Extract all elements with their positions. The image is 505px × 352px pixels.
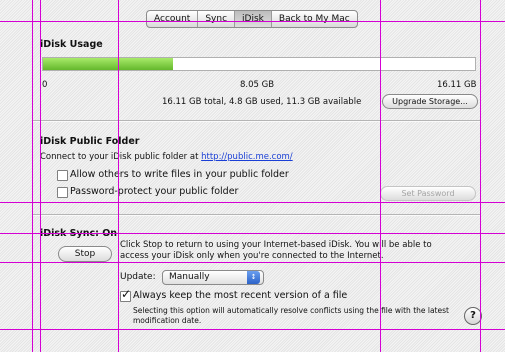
usage-bar — [42, 57, 476, 71]
tab-idisk[interactable]: iDisk — [235, 11, 272, 27]
guide-line-vertical — [380, 0, 381, 352]
update-select[interactable]: Manually ↕ — [162, 270, 264, 285]
guide-line-vertical — [32, 0, 33, 352]
usage-tick-mid: 8.05 GB — [240, 80, 275, 90]
public-folder-title: iDisk Public Folder — [40, 136, 140, 147]
tab-back-to-my-mac[interactable]: Back to My Mac — [272, 11, 357, 27]
guide-line-horizontal — [0, 21, 505, 22]
tab-account[interactable]: Account — [147, 11, 199, 27]
section-divider-2 — [32, 214, 480, 216]
updown-arrows-icon: ↕ — [247, 271, 260, 284]
password-protect-label: Password-protect your public folder — [70, 186, 239, 197]
section-divider-1 — [32, 120, 480, 122]
always-keep-checkbox[interactable]: ✓ — [120, 287, 131, 302]
checkmark-icon: ✓ — [121, 287, 132, 301]
usage-summary: 16.11 GB total, 4.8 GB used, 11.3 GB ava… — [162, 97, 362, 107]
usage-tick-max: 16.11 GB — [437, 80, 477, 90]
guide-line-horizontal — [0, 329, 505, 330]
usage-tick-min: 0 — [42, 80, 48, 90]
public-folder-connect-row: Connect to your iDisk public folder at h… — [40, 152, 293, 162]
stop-button[interactable]: Stop — [58, 246, 112, 262]
sync-description: Click Stop to return to using your Inter… — [120, 240, 432, 261]
allow-write-label: Allow others to write files in your publ… — [70, 169, 289, 180]
guide-line-vertical — [480, 0, 481, 352]
update-label: Update: — [120, 272, 156, 282]
update-select-value: Manually — [169, 272, 210, 282]
usage-title: iDisk Usage — [40, 39, 103, 50]
set-password-button[interactable]: Set Password — [380, 186, 476, 201]
tab-sync[interactable]: Sync — [198, 11, 236, 27]
guide-line-vertical — [118, 0, 119, 352]
public-folder-link[interactable]: http://public.me.com/ — [201, 152, 293, 162]
upgrade-storage-button[interactable]: Upgrade Storage... — [382, 94, 478, 109]
allow-write-checkbox[interactable] — [57, 170, 68, 181]
password-protect-checkbox[interactable] — [57, 187, 68, 198]
usage-bar-fill — [43, 58, 173, 70]
public-folder-connect-text: Connect to your iDisk public folder at — [40, 152, 199, 162]
guide-line-vertical — [40, 0, 41, 352]
guide-line-horizontal — [0, 262, 505, 263]
guide-line-horizontal — [0, 233, 505, 234]
always-keep-label: Always keep the most recent version of a… — [133, 290, 348, 301]
guide-line-horizontal — [0, 202, 505, 203]
tab-bar: Account Sync iDisk Back to My Mac — [146, 10, 358, 28]
always-keep-description: Selecting this option will automatically… — [133, 306, 449, 325]
